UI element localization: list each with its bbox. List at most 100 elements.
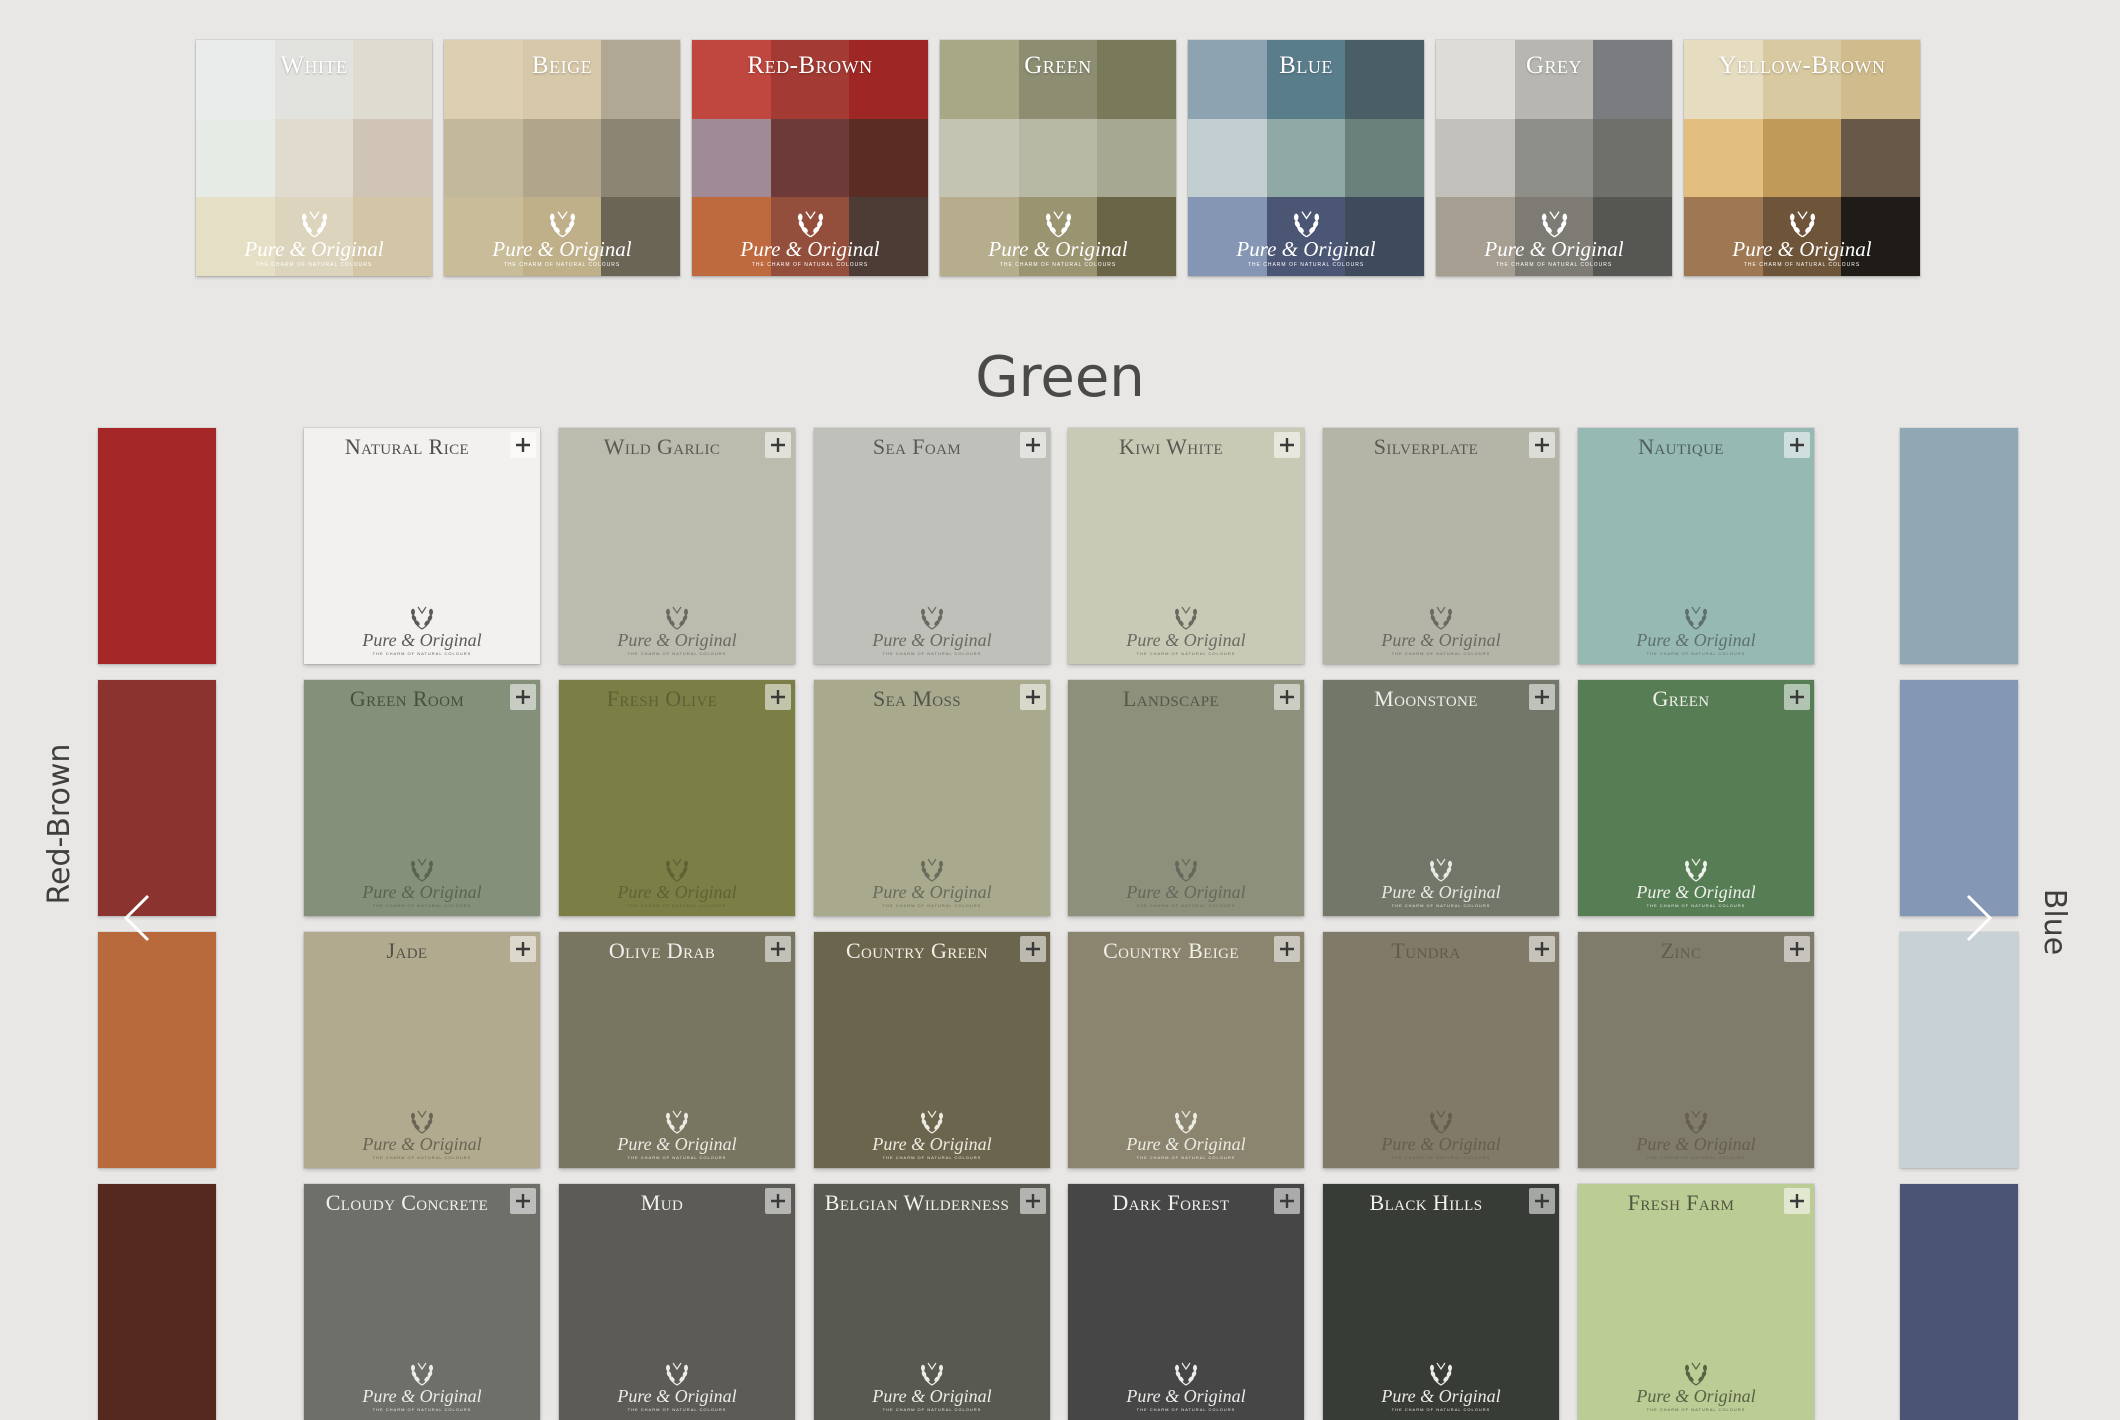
color-swatch[interactable]: Landscape Pure & Original THE CHARM OF NAT… bbox=[1068, 680, 1304, 916]
family-color-cell bbox=[1841, 118, 1920, 198]
brand-logo: Pure & Original THE CHARM OF NATURAL COLO… bbox=[814, 1359, 1050, 1412]
add-swatch-button[interactable] bbox=[765, 432, 791, 458]
color-swatch[interactable]: Belgian Wilderness Pure & Original THE CHA… bbox=[814, 1184, 1050, 1420]
add-swatch-button[interactable] bbox=[510, 1188, 536, 1214]
laurel-wreath-icon bbox=[1045, 211, 1071, 238]
color-swatch[interactable]: Moonstone Pure & Original THE CHARM OF NAT… bbox=[1323, 680, 1559, 916]
color-swatch[interactable]: Silverplate Pure & Original THE CHARM OF N… bbox=[1323, 428, 1559, 664]
family-tile-grey[interactable]: Grey Pure & Original THE CHARM OF NATURAL … bbox=[1436, 40, 1672, 276]
swatch-name: Olive Drab bbox=[608, 938, 716, 963]
laurel-wreath-icon bbox=[301, 211, 327, 238]
color-swatch[interactable]: Zinc Pure & Original THE CHARM OF NATURAL … bbox=[1578, 932, 1814, 1168]
prev-family-swatch[interactable] bbox=[98, 680, 216, 916]
family-color-cell bbox=[770, 118, 850, 198]
add-swatch-button[interactable] bbox=[1529, 432, 1555, 458]
family-color-cell bbox=[849, 118, 928, 198]
next-family-label[interactable]: Blue bbox=[2037, 889, 2072, 955]
add-swatch-button[interactable] bbox=[1784, 432, 1810, 458]
add-swatch-button[interactable] bbox=[1784, 684, 1810, 710]
next-family-swatch[interactable] bbox=[1900, 1184, 2018, 1420]
next-family-swatch[interactable] bbox=[1900, 428, 2018, 664]
next-arrow-icon[interactable] bbox=[1948, 890, 2004, 946]
family-tile-white[interactable]: White Pure & Original THE CHARM OF NATURAL… bbox=[196, 40, 432, 276]
color-swatch[interactable]: Natural Rice Pure & Original THE CHARM OF … bbox=[304, 428, 540, 664]
add-swatch-button[interactable] bbox=[765, 936, 791, 962]
add-swatch-button[interactable] bbox=[1274, 936, 1300, 962]
prev-family-swatch[interactable] bbox=[98, 1184, 216, 1420]
laurel-wreath-icon bbox=[1789, 211, 1815, 238]
color-swatch[interactable]: Mud Pure & Original THE CHARM OF NATURAL C… bbox=[559, 1184, 795, 1420]
family-tile-yellow-brown[interactable]: Yellow-Brown Pure & Original THE CHARM OF … bbox=[1684, 40, 1920, 276]
color-swatch[interactable]: Country Green Pure & Original THE CHARM OF… bbox=[814, 932, 1050, 1168]
prev-arrow-icon[interactable] bbox=[112, 890, 168, 946]
brand-name: Pure & Original bbox=[492, 237, 632, 261]
laurel-wreath-icon bbox=[1541, 211, 1567, 238]
add-swatch-button[interactable] bbox=[1529, 1188, 1555, 1214]
color-swatch[interactable]: Sea Foam Pure & Original THE CHARM OF NATU… bbox=[814, 428, 1050, 664]
color-swatch[interactable]: Fresh Olive Pure & Original THE CHARM OF N… bbox=[559, 680, 795, 916]
prev-family-swatch[interactable] bbox=[98, 428, 216, 664]
color-swatch[interactable]: Olive Drab Pure & Original THE CHARM OF NA… bbox=[559, 932, 795, 1168]
family-tile-label: Red-Brown bbox=[747, 52, 873, 79]
next-family-swatch[interactable] bbox=[1900, 680, 2018, 916]
add-swatch-button[interactable] bbox=[1529, 936, 1555, 962]
add-swatch-button[interactable] bbox=[1274, 1188, 1300, 1214]
color-swatch[interactable]: Nautique Pure & Original THE CHARM OF NATU… bbox=[1578, 428, 1814, 664]
family-tile-blue[interactable]: Blue Pure & Original THE CHARM OF NATURAL … bbox=[1188, 40, 1424, 276]
brand-logo: Pure & Original THE CHARM OF NATURAL COLO… bbox=[559, 1107, 795, 1160]
color-swatch[interactable]: Country Beige Pure & Original THE CHARM OF… bbox=[1068, 932, 1304, 1168]
color-swatch[interactable]: Kiwi White Pure & Original THE CHARM OF NA… bbox=[1068, 428, 1304, 664]
family-tile-red-brown[interactable]: Red-Brown Pure & Original THE CHARM OF NAT… bbox=[692, 40, 928, 276]
add-swatch-button[interactable] bbox=[1784, 1188, 1810, 1214]
plus-icon bbox=[1790, 690, 1804, 704]
color-swatch[interactable]: Fresh Farm Pure & Original THE CHARM OF NA… bbox=[1578, 1184, 1814, 1420]
color-swatch[interactable]: Black Hills Pure & Original THE CHARM OF N… bbox=[1323, 1184, 1559, 1420]
family-color-cell bbox=[1345, 118, 1424, 198]
add-swatch-button[interactable] bbox=[1020, 432, 1046, 458]
add-swatch-button[interactable] bbox=[1529, 684, 1555, 710]
brand-name: Pure & Original bbox=[1381, 1134, 1501, 1154]
add-swatch-button[interactable] bbox=[1274, 432, 1300, 458]
family-tile-green[interactable]: Green Pure & Original THE CHARM OF NATURAL… bbox=[940, 40, 1176, 276]
brand-logo: Pure & Original THE CHARM OF NATURAL COLO… bbox=[304, 1107, 540, 1160]
family-color-cell bbox=[1097, 118, 1176, 198]
plus-icon bbox=[1790, 438, 1804, 452]
color-swatch[interactable]: Green Pure & Original THE CHARM OF NATURAL… bbox=[1578, 680, 1814, 916]
brand-tagline: THE CHARM OF NATURAL COLOURS bbox=[627, 1407, 727, 1412]
color-swatch[interactable]: Green Room Pure & Original THE CHARM OF NA… bbox=[304, 680, 540, 916]
add-swatch-button[interactable] bbox=[510, 936, 536, 962]
next-family-swatch[interactable] bbox=[1900, 932, 2018, 1168]
prev-family-swatch[interactable] bbox=[98, 932, 216, 1168]
add-swatch-button[interactable] bbox=[1020, 936, 1046, 962]
prev-family-label[interactable]: Red-Brown bbox=[42, 744, 77, 905]
add-swatch-button[interactable] bbox=[1784, 936, 1810, 962]
family-color-cell bbox=[692, 118, 771, 198]
add-swatch-button[interactable] bbox=[1274, 684, 1300, 710]
brand-tagline: THE CHARM OF NATURAL COLOURS bbox=[1136, 1407, 1236, 1412]
add-swatch-button[interactable] bbox=[510, 684, 536, 710]
add-swatch-button[interactable] bbox=[1020, 1188, 1046, 1214]
color-swatch[interactable]: Cloudy Concrete Pure & Original THE CHARM … bbox=[304, 1184, 540, 1420]
brand-logo: Pure & Original THE CHARM OF NATURAL COLO… bbox=[814, 855, 1050, 908]
color-swatch[interactable]: Dark Forest Pure & Original THE CHARM OF N… bbox=[1068, 1184, 1304, 1420]
family-tile-label: Grey bbox=[1525, 52, 1583, 79]
brand-name: Pure & Original bbox=[1126, 882, 1246, 902]
add-swatch-button[interactable] bbox=[510, 432, 536, 458]
plus-icon bbox=[1280, 1194, 1294, 1208]
add-swatch-button[interactable] bbox=[765, 1188, 791, 1214]
brand-logo: Pure & Original THE CHARM OF NATURAL COLO… bbox=[559, 855, 795, 908]
add-swatch-button[interactable] bbox=[1020, 684, 1046, 710]
color-swatch[interactable]: Tundra Pure & Original THE CHARM OF NATURA… bbox=[1323, 932, 1559, 1168]
brand-name: Pure & Original bbox=[872, 1134, 992, 1154]
family-tile-beige[interactable]: Beige Pure & Original THE CHARM OF NATURAL… bbox=[444, 40, 680, 276]
laurel-wreath-icon bbox=[1430, 1110, 1452, 1134]
brand-name: Pure & Original bbox=[617, 882, 737, 902]
color-swatch[interactable]: Wild Garlic Pure & Original THE CHARM OF N… bbox=[559, 428, 795, 664]
add-swatch-button[interactable] bbox=[765, 684, 791, 710]
brand-name: Pure & Original bbox=[872, 630, 992, 650]
brand-logo: Pure & Original THE CHARM OF NATURAL COLO… bbox=[304, 1359, 540, 1412]
color-swatch[interactable]: Jade Pure & Original THE CHARM OF NATURAL … bbox=[304, 932, 540, 1168]
brand-tagline: THE CHARM OF NATURAL COLOURS bbox=[882, 1155, 982, 1160]
plus-icon bbox=[1280, 438, 1294, 452]
color-swatch[interactable]: Sea Moss Pure & Original THE CHARM OF NATU… bbox=[814, 680, 1050, 916]
